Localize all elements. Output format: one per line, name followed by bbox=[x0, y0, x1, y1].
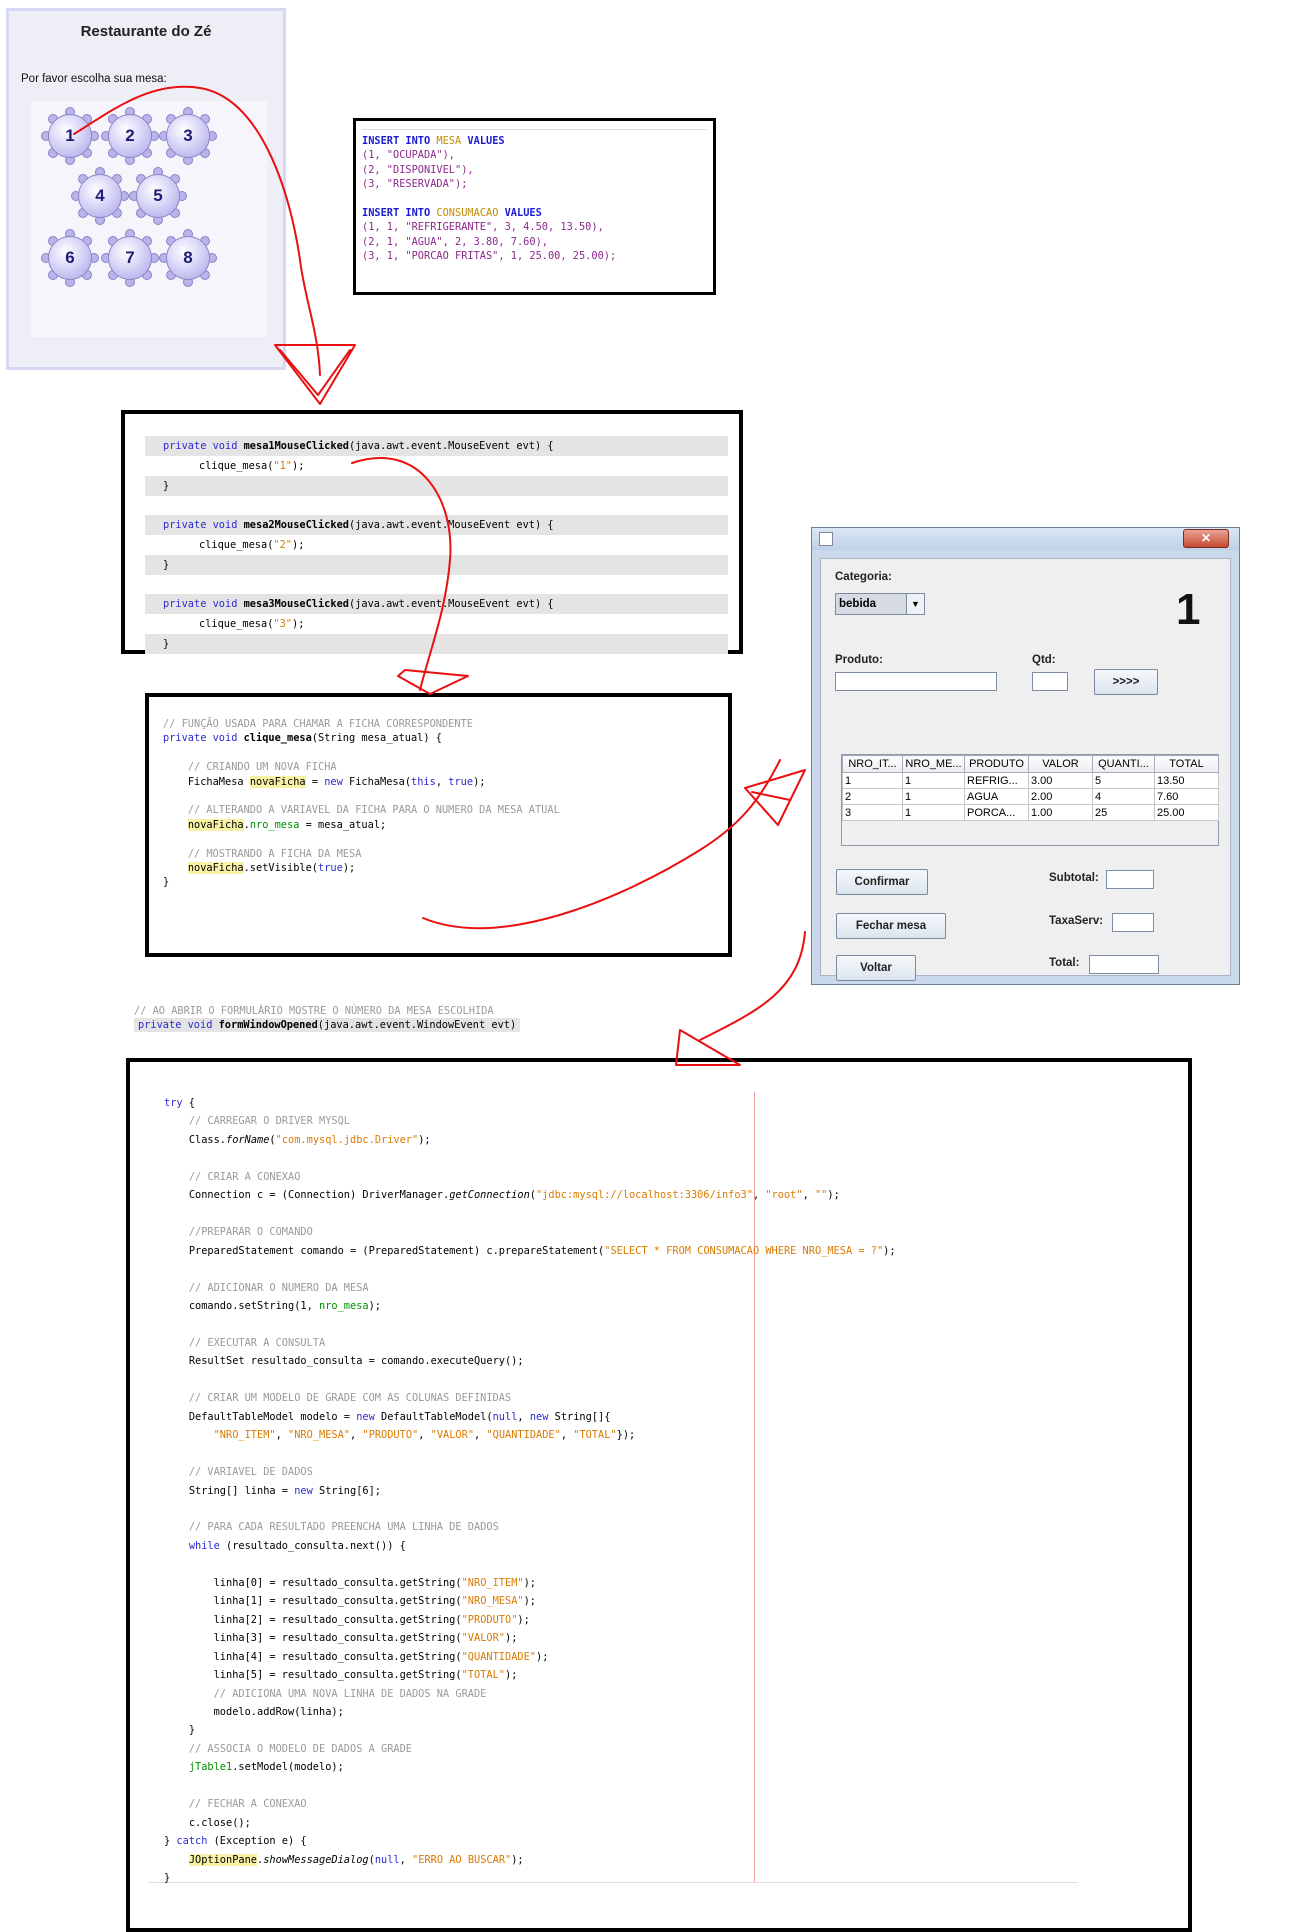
arrow-handler-to-clique bbox=[351, 457, 452, 691]
arrow-clique-to-form bbox=[422, 759, 781, 930]
arrowhead-2 bbox=[397, 669, 469, 695]
arrow-form-to-body bbox=[699, 931, 806, 1041]
annotation-arrows bbox=[73, 85, 806, 1066]
arrowhead-3 bbox=[744, 769, 806, 826]
arrow-table-to-handler bbox=[73, 85, 321, 376]
arrowhead-1 bbox=[274, 344, 356, 405]
